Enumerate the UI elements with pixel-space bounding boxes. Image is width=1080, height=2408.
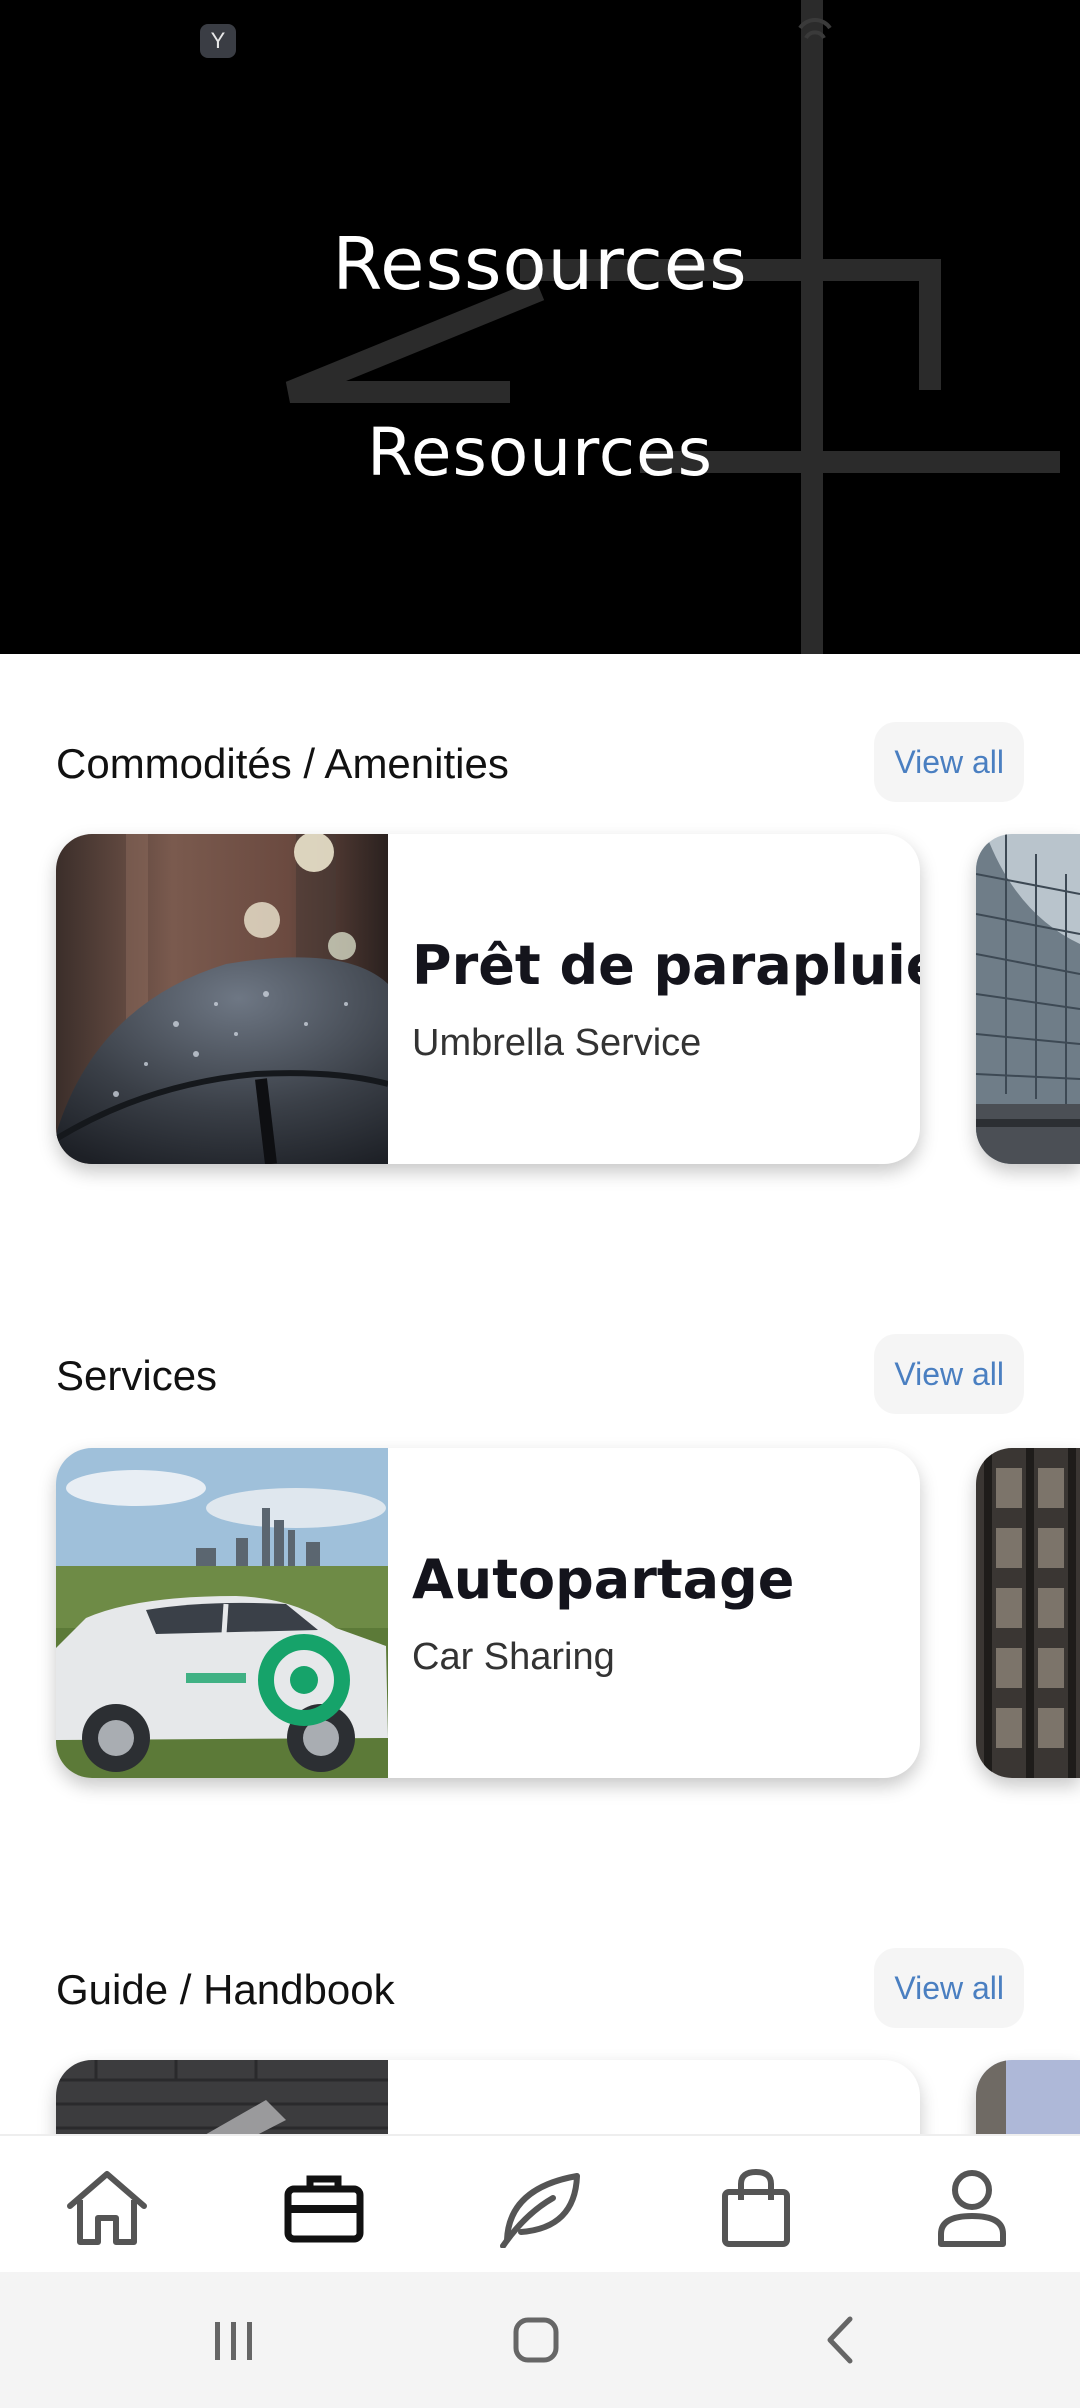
view-all-services-button[interactable]: View all <box>874 1334 1024 1414</box>
service-card-car-sharing[interactable]: Autopartage Car Sharing <box>56 1448 920 1778</box>
card-subtitle: Umbrella Service <box>412 1022 702 1064</box>
service-card-next-peek[interactable] <box>976 1448 1080 1778</box>
recent-apps-icon[interactable] <box>194 2300 274 2380</box>
home-icon[interactable] <box>57 2158 157 2258</box>
bottom-navigation-bar <box>0 2134 1080 2274</box>
amenity-card-umbrella[interactable]: Prêt de parapluies Umbrella Service <box>56 834 920 1164</box>
card-title: Prêt de parapluies <box>412 934 920 997</box>
page-title-french: Ressources <box>332 222 748 306</box>
section-header-services: Services View all <box>56 1334 1024 1414</box>
umbrella-photo <box>56 834 388 1164</box>
card-title: Autopartage <box>412 1548 795 1611</box>
header-banner: Y Ressources Resources <box>0 0 1080 654</box>
back-icon[interactable] <box>800 2300 880 2380</box>
home-circle-icon[interactable] <box>496 2300 576 2380</box>
profile-icon[interactable] <box>922 2158 1022 2258</box>
section-header-guide: Guide / Handbook View all <box>56 1948 1024 2028</box>
status-notification-badge: Y <box>200 24 236 58</box>
view-all-amenities-button[interactable]: View all <box>874 722 1024 802</box>
car-photo <box>56 1448 388 1778</box>
section-header-amenities: Commodités / Amenities View all <box>56 722 1024 802</box>
page-title-english: Resources <box>366 414 714 491</box>
amenity-card-next-peek[interactable] <box>976 834 1080 1164</box>
section-title: Services <box>56 1352 218 1399</box>
section-title: Commodités / Amenities <box>56 740 509 787</box>
section-title: Guide / Handbook <box>56 1966 395 2013</box>
system-navigation-bar <box>0 2272 1080 2408</box>
decorative-logo-lines <box>285 0 1060 654</box>
shopping-bag-icon[interactable] <box>706 2158 806 2258</box>
leaf-icon[interactable] <box>490 2158 590 2258</box>
briefcase-icon[interactable] <box>274 2158 374 2258</box>
view-all-guide-button[interactable]: View all <box>874 1948 1024 2028</box>
card-subtitle: Car Sharing <box>412 1636 615 1678</box>
